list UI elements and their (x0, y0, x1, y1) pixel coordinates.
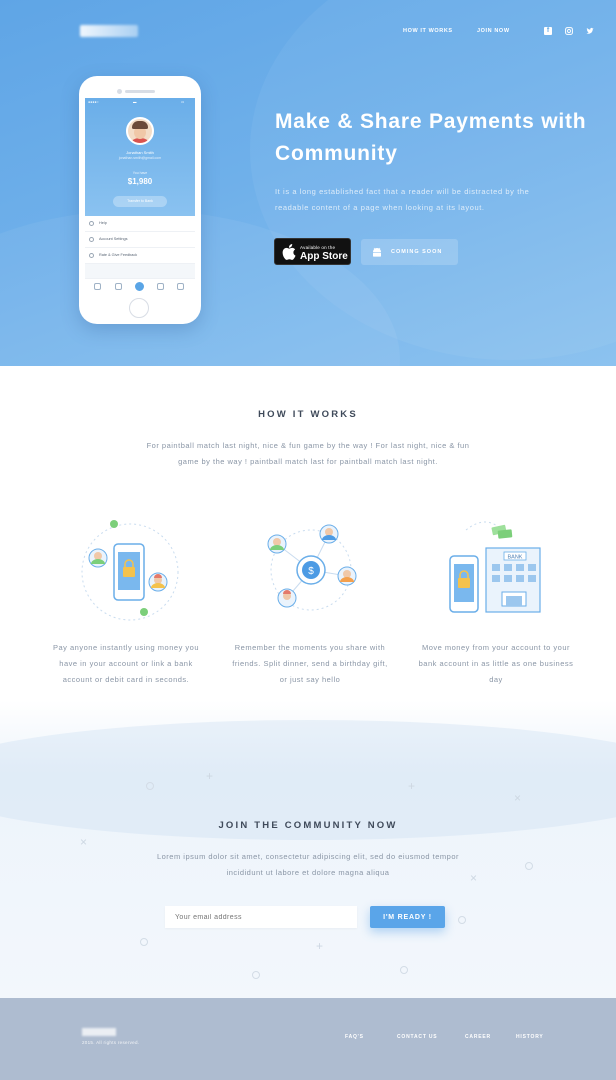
phone-camera (117, 89, 122, 94)
footer-logo[interactable] (82, 1028, 116, 1036)
move-money-bank-illustration: BANK (449, 521, 541, 613)
phone-home-button (129, 298, 149, 318)
menu-item-help[interactable]: Help (85, 216, 195, 232)
email-input[interactable] (165, 906, 357, 928)
decorative-cross-icon: × (514, 791, 522, 805)
balance-label: You have (132, 171, 148, 175)
android-icon (373, 247, 381, 257)
join-title: JOIN THE COMMUNITY NOW (218, 820, 398, 831)
feature-share-moments-text: Remember the moments you share with frie… (232, 643, 388, 684)
help-icon (89, 221, 94, 226)
footer-link-career[interactable]: CAREER (465, 1034, 491, 1040)
nav-link-join-now[interactable]: JOIN NOW (477, 28, 510, 34)
phone-screen: ●●●●○ ▬ ▭ Jonathan Smith jonathan.smith@… (85, 98, 195, 294)
share-moments-illustration: $ (267, 524, 357, 611)
im-ready-button[interactable]: I'M READY ! (370, 906, 445, 928)
decorative-circle-icon (525, 862, 533, 870)
feature-pay-anyone-text: Pay anyone instantly using money you hav… (53, 643, 199, 684)
status-signal-icon: ●●●●○ (88, 100, 99, 104)
facebook-icon[interactable]: f (544, 27, 552, 35)
join-description: Lorem ipsum dolor sit amet, consectetur … (156, 852, 460, 877)
apple-icon (282, 244, 296, 260)
profile-header: ●●●●○ ▬ ▭ Jonathan Smith jonathan.smith@… (85, 98, 195, 216)
phone-mockup: ●●●●○ ▬ ▭ Jonathan Smith jonathan.smith@… (79, 76, 201, 324)
profile-avatar[interactable] (126, 117, 154, 145)
decorative-plus-icon: + (206, 769, 214, 783)
decorative-circle-icon (140, 938, 148, 946)
footer: 2015. All rights reserved. FAQ'S CONTACT… (0, 998, 616, 1080)
decorative-cross-icon: × (470, 871, 478, 885)
phone-speaker (125, 90, 155, 93)
feature-move-money-text: Move money from your account to your ban… (418, 643, 574, 684)
site-logo[interactable] (80, 25, 138, 37)
svg-text:$: $ (308, 566, 314, 577)
menu-item-feedback[interactable]: Rate & Give Feedback (85, 248, 195, 264)
decorative-plus-icon: + (316, 939, 324, 953)
people-tab-icon[interactable] (115, 283, 122, 290)
hero-section: HOW IT WORKS JOIN NOW f ●●●●○ ▬ ▭ Jonath… (0, 0, 616, 366)
how-it-works-description: For paintball match last night, nice & f… (146, 441, 470, 466)
footer-copyright: 2015. All rights reserved. (82, 1040, 140, 1045)
decorative-circle-icon (400, 966, 408, 974)
wallet-tab-icon[interactable] (177, 283, 184, 290)
profile-email: jonathan.smith@gmail.com (118, 156, 162, 160)
profile-name: Jonathan Smith (126, 150, 154, 155)
home-tab-icon[interactable] (94, 283, 101, 290)
menu-item-account-settings[interactable]: Account Settings (85, 232, 195, 248)
hero-title: Make & Share Payments with Community (275, 110, 587, 165)
settings-icon (89, 237, 94, 242)
status-time-icon: ▬ (133, 100, 137, 104)
how-it-works-title: HOW IT WORKS (258, 409, 358, 420)
decorative-plus-icon: + (408, 779, 416, 793)
decorative-circle-icon (458, 916, 466, 924)
app-store-button[interactable]: Available on the App Store (274, 238, 351, 265)
decorative-circle-icon (146, 782, 154, 790)
status-battery-icon: ▭ (181, 100, 185, 104)
globe-tab-icon[interactable] (157, 283, 164, 290)
balance-value: $1,980 (127, 177, 153, 186)
hero-description: It is a long established fact that a rea… (275, 187, 530, 212)
phone-tab-bar (85, 278, 195, 294)
decorative-circle-icon (252, 971, 260, 979)
pay-tab-icon[interactable] (135, 282, 144, 291)
nav-link-how-it-works[interactable]: HOW IT WORKS (403, 28, 453, 34)
twitter-icon[interactable] (586, 27, 594, 35)
footer-link-history[interactable]: HISTORY (516, 1034, 544, 1040)
footer-link-contact-us[interactable]: CONTACT US (397, 1034, 437, 1040)
pay-anyone-illustration (81, 520, 179, 621)
heart-icon (89, 253, 94, 258)
coming-soon-button[interactable]: COMING SOON (361, 239, 458, 265)
decorative-cross-icon: × (80, 835, 88, 849)
footer-link-faqs[interactable]: FAQ'S (345, 1034, 364, 1040)
instagram-icon[interactable] (565, 27, 573, 35)
svg-text:BANK: BANK (508, 555, 523, 561)
transfer-to-bank-button[interactable]: Transfer to Bank (113, 196, 167, 207)
